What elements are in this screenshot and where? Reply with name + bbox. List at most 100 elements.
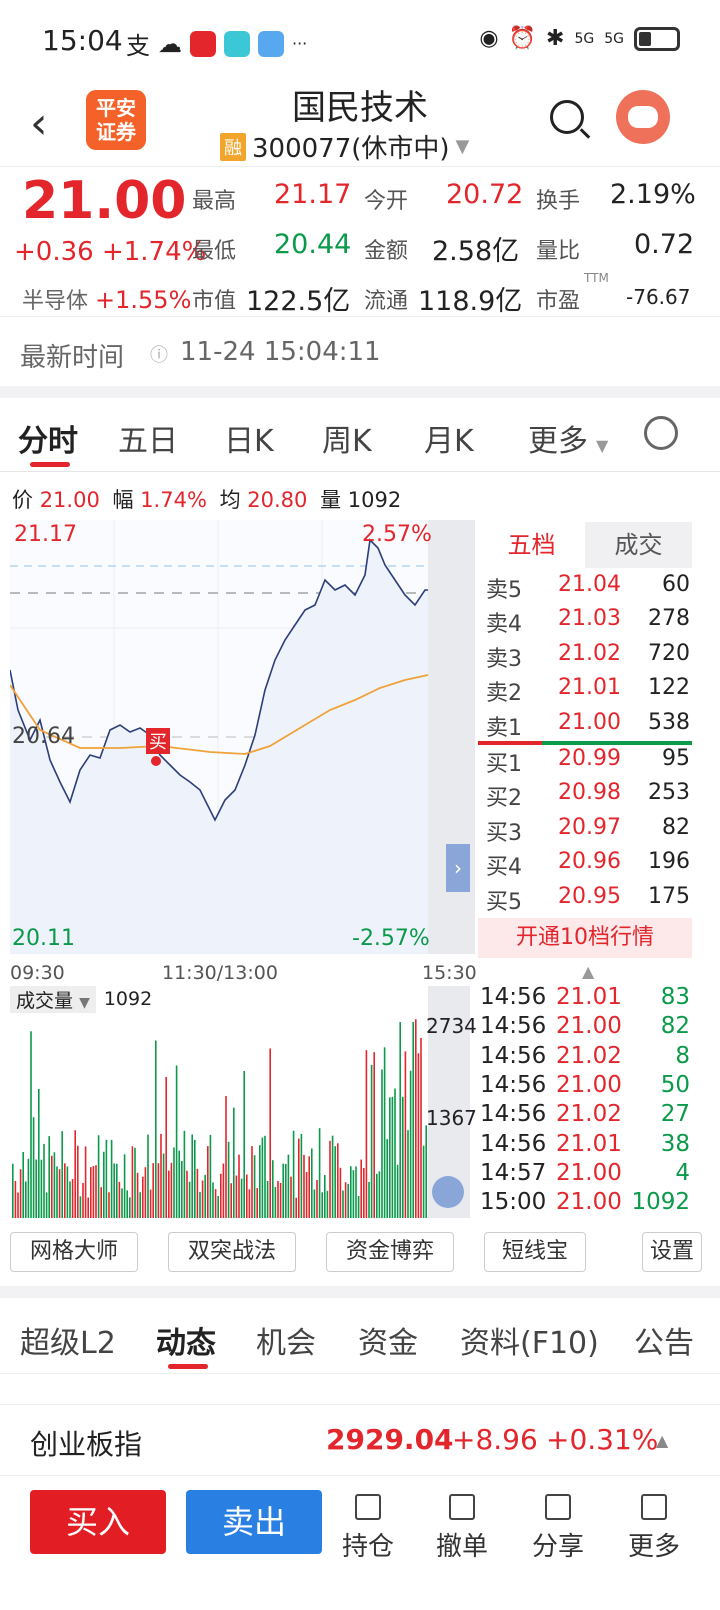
ask-row[interactable]: 卖3 21.02 720: [478, 637, 692, 672]
tab-more[interactable]: 更多 ▼: [528, 416, 608, 460]
bid-row[interactable]: 买4 20.96 196: [478, 845, 692, 880]
tab-super-l2[interactable]: 超级L2: [20, 1318, 116, 1362]
volume-bar: [350, 1166, 352, 1218]
chevron-up-icon: ▲: [656, 1431, 669, 1450]
ask-row[interactable]: 卖5 21.04 60: [478, 568, 692, 603]
volume-bar: [38, 1088, 40, 1218]
fullscreen-icon[interactable]: [432, 1176, 464, 1208]
status-time: 15:04: [42, 24, 123, 57]
info-icon[interactable]: ⓘ: [150, 341, 168, 367]
volume-bar: [58, 1169, 61, 1218]
ask-row[interactable]: 卖2 21.01 122: [478, 671, 692, 706]
volume-bar: [48, 1136, 50, 1218]
assistant-avatar-icon[interactable]: [616, 90, 670, 144]
ask-row[interactable]: 卖1 21.00 538: [478, 706, 692, 741]
level-price: 20.99: [558, 746, 621, 771]
volume-bar: [214, 1189, 217, 1218]
tab-intraday[interactable]: 分时: [18, 416, 78, 460]
price-change: +0.36 +1.74%: [14, 237, 207, 267]
volume-bar: [165, 1076, 167, 1218]
volume-bar: [82, 1182, 84, 1218]
volume-bar: [204, 1174, 206, 1218]
volume-bar: [40, 1159, 43, 1218]
ask-row[interactable]: 卖4 21.03 278: [478, 602, 692, 637]
capital-game-button[interactable]: 资金博弈: [326, 1232, 454, 1272]
stock-code-status: 300077(休市中): [252, 134, 450, 164]
volume-bar: [334, 1146, 336, 1218]
ticks-up-icon[interactable]: ▲: [582, 962, 594, 981]
cancel-order-button[interactable]: 撤单: [422, 1494, 502, 1563]
volume-bar: [285, 1163, 287, 1218]
sell-button[interactable]: 卖出: [186, 1490, 322, 1554]
tick-time: 14:56: [480, 984, 547, 1010]
volume-bar: [253, 1155, 256, 1218]
tab-daily-k[interactable]: 日K: [224, 416, 274, 460]
buy-button[interactable]: 买入: [30, 1490, 166, 1554]
volume-selector[interactable]: 成交量 ▼: [10, 985, 96, 1013]
volume-bar: [71, 1179, 74, 1218]
tab-dynamics[interactable]: 动态: [156, 1318, 216, 1362]
info-vol-label: 量: [320, 488, 342, 512]
settings-button[interactable]: 设置: [642, 1232, 702, 1272]
tick-price: 21.01: [556, 984, 622, 1010]
pe-ttm: TTM: [584, 271, 609, 285]
search-icon[interactable]: [550, 100, 584, 134]
bid-row[interactable]: 买2 20.98 253: [478, 776, 692, 811]
tick-price: 21.00: [556, 1159, 622, 1186]
level-label: 卖5: [486, 578, 522, 603]
tick-time: 14:56: [480, 1071, 547, 1098]
index-pct: +0.31%: [546, 1423, 659, 1456]
volume-bar: [168, 1170, 170, 1218]
expand-panel-icon[interactable]: ›: [446, 844, 470, 892]
volume-bar: [266, 1180, 269, 1218]
open-10-levels-button[interactable]: 开通10档行情: [478, 918, 692, 958]
volume-bar: [45, 1192, 48, 1218]
volume-bar: [259, 1145, 261, 1218]
bid-row[interactable]: 买1 20.99 95: [478, 742, 692, 777]
stock-code-selector[interactable]: 融 300077(休市中) ▼: [220, 128, 469, 165]
level-price: 21.00: [558, 709, 621, 735]
tab-announcements[interactable]: 公告: [634, 1318, 694, 1362]
level-label: 买3: [486, 820, 522, 846]
more-button[interactable]: 更多: [614, 1494, 694, 1563]
volume-bar: [51, 1155, 53, 1218]
tab-five-day[interactable]: 五日: [118, 416, 178, 460]
intraday-chart[interactable]: 21.17 2.57% 20.64 20.11 -2.57% 买 ›: [10, 520, 475, 954]
volume-bar: [152, 1163, 154, 1218]
volume-bar: [355, 1166, 357, 1218]
volume-selector-label: 成交量: [16, 989, 74, 1012]
volume-bar: [139, 1192, 141, 1218]
tab-trades[interactable]: 成交: [585, 522, 692, 568]
index-ticker[interactable]: 创业板指 2929.04 +8.96 +0.31% ▲: [0, 1404, 720, 1476]
tab-monthly-k[interactable]: 月K: [424, 416, 474, 460]
divider: [0, 386, 720, 398]
grid-master-button[interactable]: 网格大师: [10, 1232, 138, 1272]
low-label: 最低: [192, 239, 237, 264]
cancel-order-label: 撤单: [435, 1532, 488, 1562]
buy-marker[interactable]: 买: [146, 728, 170, 754]
volume-bar: [74, 1130, 76, 1218]
volume-bar: [87, 1197, 89, 1218]
tab-five-levels[interactable]: 五档: [478, 522, 585, 568]
level-qty: 122: [648, 675, 690, 701]
volume-chart[interactable]: [10, 986, 470, 1218]
share-button[interactable]: 分享: [518, 1494, 598, 1563]
tab-opportunity[interactable]: 机会: [256, 1318, 316, 1362]
volume-bar: [173, 1147, 175, 1218]
buy-dot: [151, 756, 161, 766]
gear-icon[interactable]: [644, 416, 678, 450]
double-breakout-button[interactable]: 双突战法: [168, 1232, 296, 1272]
short-term-button[interactable]: 短线宝: [484, 1232, 586, 1272]
tab-capital[interactable]: 资金: [358, 1318, 418, 1362]
bottom-bar: 买入 卖出 持仓 撤单 分享 更多: [0, 1476, 720, 1610]
tab-f10[interactable]: 资料(F10): [460, 1318, 599, 1362]
bid-row[interactable]: 买5 20.95 175: [478, 880, 692, 915]
bid-row[interactable]: 买3 20.97 82: [478, 811, 692, 846]
tab-weekly-k[interactable]: 周K: [322, 416, 372, 460]
volume-bar: [110, 1139, 113, 1218]
sector-info[interactable]: 半导体 +1.55%: [22, 283, 191, 315]
holdings-button[interactable]: 持仓: [328, 1494, 408, 1563]
tick-row: 14:57 21.00 4: [480, 1160, 690, 1189]
tick-price: 21.00: [556, 1189, 622, 1216]
volume-bar: [269, 1048, 271, 1218]
